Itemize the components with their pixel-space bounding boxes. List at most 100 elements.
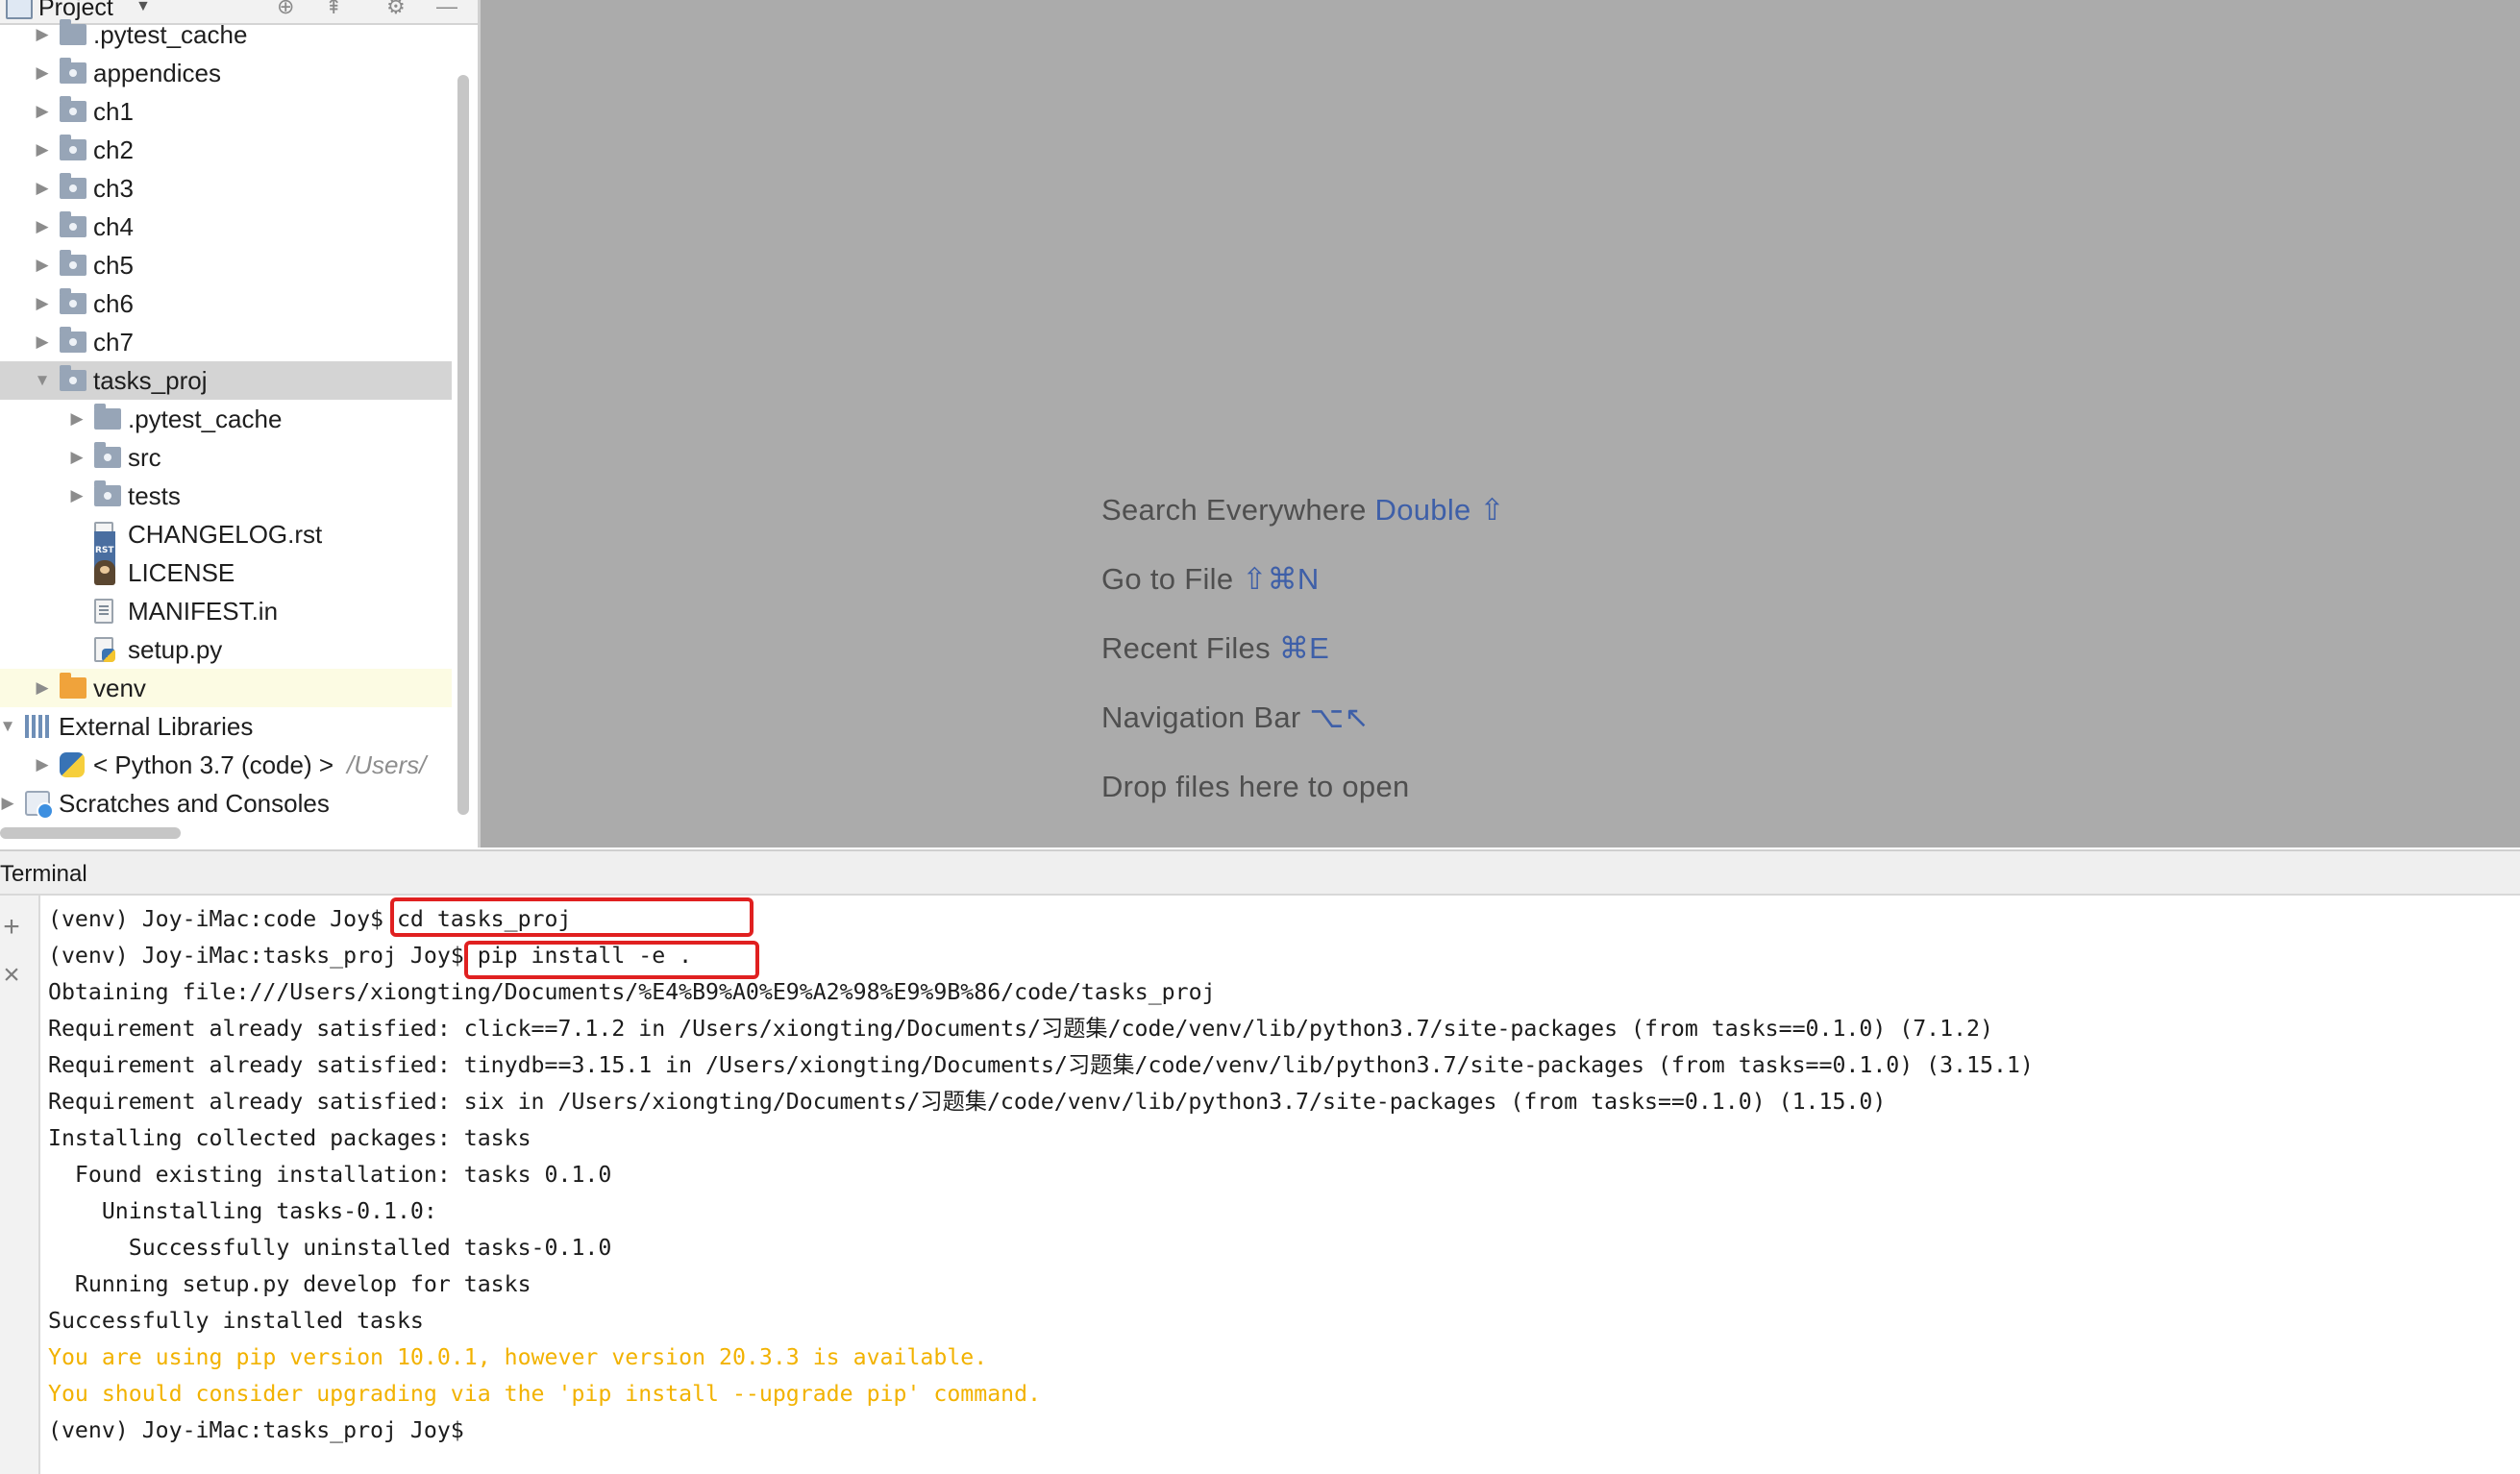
expand-arrow-right-icon[interactable]: ▶	[67, 477, 86, 515]
expand-arrow-right-icon[interactable]: ▶	[33, 669, 52, 707]
terminal-output[interactable]: (venv) Joy-iMac:code Joy$ cd tasks_proj(…	[40, 896, 2520, 1474]
tree-item-label: appendices	[93, 59, 221, 87]
tree-item-label: tasks_proj	[93, 366, 208, 395]
tree-item[interactable]: ▶ ch3	[0, 169, 452, 208]
ide-window: Project ▼ ⊕ ⇞ ⚙ — ▶ .pytest_cache ▶ appendi…	[0, 0, 2520, 1474]
package-folder-icon	[60, 288, 86, 314]
tree-item[interactable]: ▶ ch4	[0, 208, 452, 246]
folder-icon	[60, 19, 86, 45]
tree-item[interactable]: ▶ Scratches and Consoles	[0, 784, 452, 823]
tree-item-label: ch3	[93, 174, 134, 203]
highlight-box-pip-command	[464, 941, 759, 979]
rst-file-icon	[94, 522, 115, 570]
tree-item-label: ch6	[93, 289, 134, 318]
terminal-line: Successfully uninstalled tasks-0.1.0	[48, 1235, 612, 1261]
add-icon[interactable]: +	[0, 913, 23, 942]
package-folder-icon	[60, 211, 86, 237]
tree-item[interactable]: ▶ < Python 3.7 (code) > /Users/	[0, 746, 452, 784]
tree-item-label: setup.py	[128, 635, 223, 664]
hint-text: Go to File	[1101, 562, 1234, 596]
editor-empty-area[interactable]: Search Everywhere Double ⇧ Go to File ⇧⌘…	[481, 0, 2520, 848]
expand-arrow-right-icon[interactable]: ▶	[33, 15, 52, 54]
terminal-line: Uninstalling tasks-0.1.0:	[48, 1198, 437, 1224]
hint-go-to-file: Go to File ⇧⌘N	[1101, 562, 1320, 597]
python-sdk-icon	[60, 752, 85, 777]
expand-arrow-right-icon[interactable]: ▶	[33, 169, 52, 208]
tree-item-label: ch1	[93, 97, 134, 126]
terminal-warning-line: You are using pip version 10.0.1, howeve…	[48, 1344, 988, 1370]
tree-item-path: /Users/	[347, 750, 427, 779]
terminal-title[interactable]: Terminal	[0, 861, 87, 888]
tree-item-label: .pytest_cache	[128, 405, 283, 433]
tree-item-label: src	[128, 443, 161, 472]
hint-shortcut: Double ⇧	[1374, 493, 1505, 527]
hint-text: Recent Files	[1101, 631, 1271, 665]
expand-arrow-down-icon[interactable]: ▼	[33, 361, 52, 400]
hint-search-everywhere: Search Everywhere Double ⇧	[1101, 493, 1505, 528]
package-folder-icon	[60, 173, 86, 199]
terminal-line: Requirement already satisfied: tinydb==3…	[48, 1052, 2034, 1078]
hint-text: Drop files here to open	[1101, 770, 1410, 803]
terminal-line: Found existing installation: tasks 0.1.0	[48, 1162, 612, 1188]
terminal-line: Requirement already satisfied: six in /U…	[48, 1089, 1887, 1115]
tree-item[interactable]: CHANGELOG.rst	[0, 515, 452, 570]
tree-item[interactable]: ▶ .pytest_cache	[0, 400, 452, 438]
package-folder-icon	[60, 250, 86, 276]
expand-arrow-right-icon[interactable]: ▶	[33, 208, 52, 246]
hint-text: Search Everywhere	[1101, 493, 1367, 527]
expand-arrow-right-icon[interactable]: ▶	[0, 784, 17, 823]
tree-item[interactable]: ▼ External Libraries	[0, 707, 452, 746]
tree-item[interactable]: ▶ ch2	[0, 131, 452, 169]
expand-arrow-right-icon[interactable]: ▶	[33, 323, 52, 361]
tree-item[interactable]: setup.py	[0, 630, 452, 669]
terminal-header: Terminal	[0, 849, 2520, 896]
hint-navigation-bar: Navigation Bar ⌥↖	[1101, 700, 1370, 735]
terminal-line: Requirement already satisfied: click==7.…	[48, 1016, 1993, 1042]
tree-item[interactable]: ▶ venv	[0, 669, 452, 707]
close-icon[interactable]: ×	[0, 961, 23, 990]
expand-arrow-right-icon[interactable]: ▶	[67, 438, 86, 477]
tree-item[interactable]: ▶ ch6	[0, 284, 452, 323]
tree-item[interactable]: ▶ ch5	[0, 246, 452, 284]
terminal-toolbar: + ×	[0, 896, 40, 1474]
tree-item[interactable]: ▶ ch7	[0, 323, 452, 361]
terminal-line: Successfully installed tasks	[48, 1308, 424, 1334]
expand-arrow-right-icon[interactable]: ▶	[33, 131, 52, 169]
scratches-icon	[25, 791, 54, 820]
hint-drop-files: Drop files here to open	[1101, 770, 1410, 804]
libraries-icon	[25, 715, 52, 738]
package-folder-icon	[60, 58, 86, 84]
tree-item-label: External Libraries	[59, 712, 254, 741]
highlight-box-cd-command	[390, 897, 754, 937]
tree-item[interactable]: ▶ src	[0, 438, 452, 477]
chevron-down-icon[interactable]: ▼	[136, 0, 151, 15]
hint-shortcut: ⌘E	[1278, 631, 1330, 665]
tree-item[interactable]: LICENSE	[0, 553, 452, 592]
expand-arrow-down-icon[interactable]: ▼	[0, 707, 17, 746]
expand-arrow-right-icon[interactable]: ▶	[33, 92, 52, 131]
package-folder-icon	[94, 480, 121, 506]
tree-item[interactable]: ▶ tests	[0, 477, 452, 515]
expand-arrow-right-icon[interactable]: ▶	[33, 746, 52, 784]
expand-arrow-right-icon[interactable]: ▶	[33, 246, 52, 284]
tree-item-label: venv	[93, 674, 146, 702]
tree-horizontal-scrollbar[interactable]	[0, 827, 181, 839]
tree-item-label: CHANGELOG.rst	[128, 520, 323, 549]
tree-item[interactable]: ▶ .pytest_cache	[0, 15, 452, 54]
expand-arrow-right-icon[interactable]: ▶	[67, 400, 86, 438]
tree-vertical-scrollbar[interactable]	[457, 75, 469, 815]
hint-shortcut: ⇧⌘N	[1242, 562, 1320, 596]
expand-arrow-right-icon[interactable]: ▶	[33, 284, 52, 323]
text-file-icon	[94, 599, 113, 624]
package-folder-icon	[60, 327, 86, 353]
tree-item[interactable]: MANIFEST.in	[0, 592, 452, 630]
tree-item-label: LICENSE	[128, 558, 235, 587]
hint-shortcut: ⌥↖	[1309, 700, 1370, 734]
tree-item[interactable]: ▼ tasks_proj	[0, 361, 452, 400]
tree-item[interactable]: ▶ appendices	[0, 54, 452, 92]
tree-item[interactable]: ▶ ch1	[0, 92, 452, 131]
package-folder-icon	[60, 365, 86, 391]
terminal-warning-line: You should consider upgrading via the 'p…	[48, 1381, 1042, 1407]
tree-item-label: ch5	[93, 251, 134, 280]
expand-arrow-right-icon[interactable]: ▶	[33, 54, 52, 92]
